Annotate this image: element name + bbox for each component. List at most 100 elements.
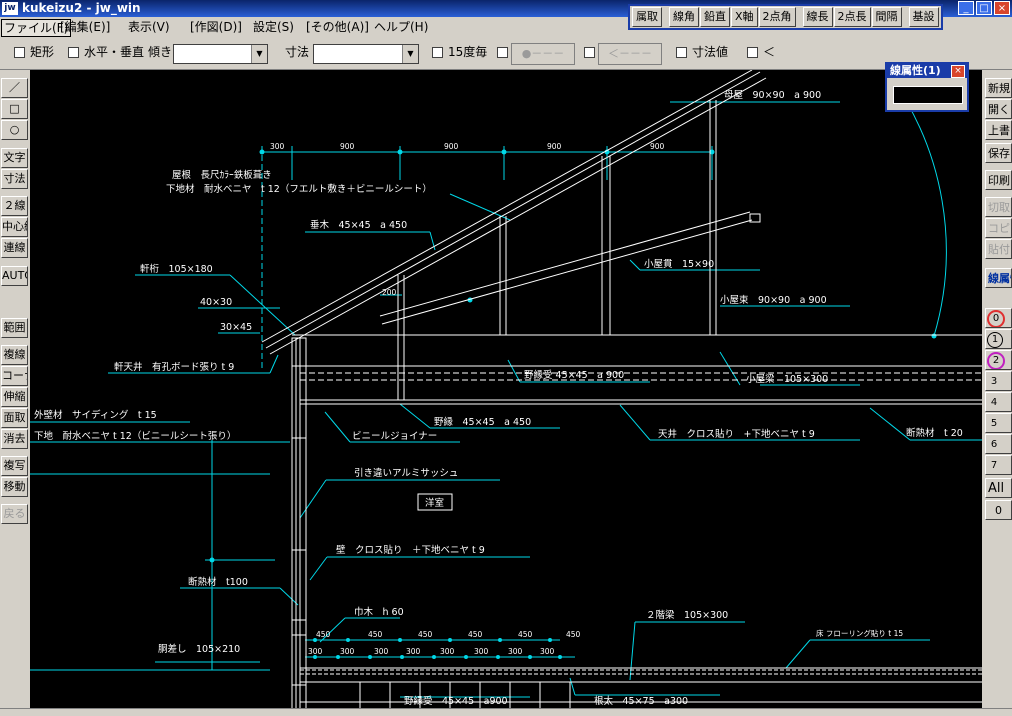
- arrow-dash-button[interactable]: ＜－－－: [598, 43, 662, 65]
- layer-0[interactable]: 0: [985, 308, 1012, 328]
- dimval-checkbox[interactable]: [676, 47, 687, 58]
- stretch-button[interactable]: 伸縮: [1, 387, 28, 407]
- overwrite-button[interactable]: 上書: [985, 120, 1012, 140]
- label-moya: 母屋 90×90 a 900: [724, 90, 821, 101]
- tilt-label: 傾き: [148, 45, 173, 59]
- dim-300-2: 300: [374, 647, 389, 656]
- open-button[interactable]: 開く: [985, 99, 1012, 119]
- label-dosashi: 胴差し 105×210: [158, 643, 240, 655]
- rect-checkbox[interactable]: [14, 47, 25, 58]
- circle-tool-button[interactable]: ○: [1, 120, 28, 140]
- double-line-button[interactable]: ２線: [1, 196, 28, 216]
- two-point-length-button[interactable]: 2点長: [833, 7, 871, 27]
- label-danbo1: 断熱材 t 20: [906, 427, 963, 439]
- line-attr-button[interactable]: 線属性: [985, 268, 1012, 288]
- layer-4[interactable]: 4: [985, 392, 1012, 412]
- arrow-dash-checkbox[interactable]: [584, 47, 595, 58]
- menu-help[interactable]: ヘルプ(H): [372, 19, 430, 35]
- undo-button[interactable]: 戻る: [1, 504, 28, 524]
- new-button[interactable]: 新規: [985, 78, 1012, 98]
- deg15-checkbox[interactable]: [432, 47, 443, 58]
- line-length-button[interactable]: 線長: [802, 7, 833, 27]
- label-floor: 床 フローリング貼り t 15: [816, 628, 903, 638]
- print-button[interactable]: 印刷: [985, 170, 1012, 190]
- dim-combo[interactable]: ▼: [313, 44, 419, 64]
- dim-450-1: 450: [368, 630, 383, 639]
- line-angle-button[interactable]: 線角: [669, 7, 699, 27]
- save-button[interactable]: 保存: [985, 143, 1012, 163]
- layer-all-button[interactable]: All: [985, 478, 1012, 498]
- command-toolbar: 属取 線角 鉛直 X軸 2点角 線長 2点長 間隔 基設: [628, 4, 943, 30]
- continuous-line-button[interactable]: 連線: [1, 238, 28, 258]
- erase-button[interactable]: 消去: [1, 429, 28, 449]
- lt-label: ＜: [763, 45, 776, 59]
- range-button[interactable]: 範囲: [1, 318, 28, 338]
- drawing-canvas[interactable]: 300 900 900 900 900 200 450 450 450 450 …: [30, 70, 982, 708]
- right-toolbar: 新規 開く 上書 保存 印刷 切取 コピー 貼付 線属性 0 1 2 3 4 5…: [983, 70, 1012, 715]
- menu-draw[interactable]: [作図(D)]: [188, 19, 244, 35]
- dim-300-6: 300: [508, 647, 523, 656]
- tilt-combo[interactable]: ▼: [173, 44, 268, 64]
- circle-dash-button[interactable]: ●－－－: [511, 43, 575, 65]
- two-point-angle-button[interactable]: 2点角: [758, 7, 796, 27]
- corner-button[interactable]: コーナー: [1, 366, 28, 386]
- jw-icon: jw: [2, 2, 18, 15]
- chevron-down-icon: ▼: [402, 45, 418, 63]
- deg15-label: 15度毎: [448, 45, 488, 59]
- label-nokigeta: 軒桁 105×180: [140, 263, 213, 275]
- vertical-button[interactable]: 鉛直: [700, 7, 730, 27]
- label-4030: 40×30: [200, 297, 232, 308]
- layer-6[interactable]: 6: [985, 434, 1012, 454]
- cut-button[interactable]: 切取: [985, 197, 1012, 217]
- line-tool-button[interactable]: ／: [1, 78, 28, 98]
- chamfer-button[interactable]: 面取: [1, 408, 28, 428]
- close-icon[interactable]: ×: [951, 65, 965, 78]
- layer-2[interactable]: 2: [985, 350, 1012, 370]
- maximize-button[interactable]: □: [976, 1, 992, 15]
- menu-settings[interactable]: 設定(S): [251, 19, 296, 35]
- minimize-button[interactable]: _: [958, 1, 974, 15]
- dim-top-0: 300: [270, 142, 285, 151]
- dim-300-1: 300: [340, 647, 355, 656]
- label-danbo2: 断熱材 t100: [188, 576, 248, 588]
- menu-edit[interactable]: [編集(E)]: [58, 19, 112, 35]
- window-title: kukeizu2 - jw_win: [22, 1, 141, 15]
- menu-other[interactable]: [その他(A)]: [304, 19, 371, 35]
- rect-label: 矩形: [30, 45, 55, 59]
- layer-5[interactable]: 5: [985, 413, 1012, 433]
- label-beam2: ２階梁 105×300: [646, 609, 728, 621]
- spacing-button[interactable]: 間隔: [871, 7, 902, 27]
- base-set-button[interactable]: 基設: [908, 7, 939, 27]
- layer-1[interactable]: 1: [985, 329, 1012, 349]
- copy-button[interactable]: 複写: [1, 456, 28, 476]
- label-habaki: 巾木 h 60: [354, 606, 404, 618]
- dim-top-2: 900: [444, 142, 459, 151]
- copy-clip-button[interactable]: コピー: [985, 218, 1012, 238]
- auto-button[interactable]: AUTO: [1, 266, 28, 286]
- menu-view[interactable]: 表示(V): [126, 19, 172, 35]
- dim-tool-button[interactable]: 寸法: [1, 169, 28, 189]
- label-koyanuki: 小屋貫 15×90: [644, 259, 714, 270]
- lt-checkbox[interactable]: [747, 47, 758, 58]
- dim-300-0: 300: [308, 647, 323, 656]
- layer-7[interactable]: 7: [985, 455, 1012, 475]
- layer-group-button[interactable]: 0: [985, 500, 1012, 520]
- close-button[interactable]: ×: [994, 1, 1010, 15]
- offset-button[interactable]: 複線: [1, 345, 28, 365]
- layer-3[interactable]: 3: [985, 371, 1012, 391]
- text-tool-button[interactable]: 文字: [1, 148, 28, 168]
- hv-checkbox[interactable]: [68, 47, 79, 58]
- attr-pick-button[interactable]: 属取: [632, 7, 662, 27]
- dim-300-3: 300: [406, 647, 421, 656]
- paste-button[interactable]: 貼付: [985, 239, 1012, 259]
- label-roof1: 屋根 長尺ｶﾗｰ鉄板葺き: [172, 169, 272, 181]
- label-tenjo: 天井 クロス貼り +下地ベニヤ t 9: [658, 428, 815, 440]
- line-style-preview[interactable]: [893, 86, 963, 104]
- x-axis-button[interactable]: X軸: [731, 7, 758, 27]
- circle-dash-checkbox[interactable]: [497, 47, 508, 58]
- move-button[interactable]: 移動: [1, 477, 28, 497]
- dim-450-5: 450: [566, 630, 581, 639]
- center-line-button[interactable]: 中心線: [1, 217, 28, 237]
- dim-300-5: 300: [474, 647, 489, 656]
- rect-tool-button[interactable]: □: [1, 99, 28, 119]
